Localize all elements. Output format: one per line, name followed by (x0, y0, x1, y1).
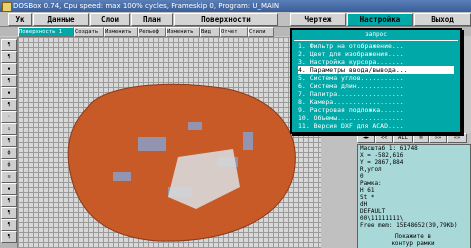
menu-item-drawing[interactable]: Чертеж (290, 13, 346, 26)
tool-button[interactable]: ¶ (1, 39, 17, 51)
tool-button[interactable]: ▪ (1, 87, 17, 99)
angle-value: 0 (360, 173, 364, 180)
st-readout: St * (360, 194, 375, 201)
tool-button[interactable]: ≡ (1, 171, 17, 183)
surface-selector[interactable]: Поверхность 1 (18, 27, 74, 37)
y-readout: Y = 2867,884 (360, 159, 404, 166)
dh-readout: dH (360, 201, 368, 208)
prompt-line-1: Покажите в (394, 233, 432, 240)
edit-button[interactable]: Изменить (104, 27, 138, 37)
tool-button[interactable]: ▫ (1, 123, 17, 135)
menu-item-data[interactable]: Данные (33, 13, 89, 26)
main-menu-bar: Ук Данные Слои План Поверхности Чертеж Н… (0, 12, 471, 27)
menu-option-length-system[interactable]: 6. Система длин............ (298, 82, 454, 90)
dosbox-window: DOSBox 0.74, Cpu speed: max 100% cycles,… (0, 0, 471, 248)
h-readout: H 61 (360, 187, 375, 194)
left-tool-palette: ¶ ¶ ▪ ¶ ▪ ¶ · ▫ ¶ ф ф ≡ ▪ ¶ ¶ ¶ ¶ (0, 37, 18, 248)
dropdown-title: запрос (365, 31, 387, 38)
pan-tool-button[interactable]: ◄► (357, 133, 375, 143)
x-readout: X = -582,616 (360, 152, 404, 159)
tool-button[interactable]: ¶ (1, 135, 17, 147)
menu-option-cursor-settings[interactable]: 3. Настройка курсора....... (298, 58, 454, 66)
right-tools: ◄► << ALL ® »» «» (357, 133, 469, 143)
tool-button[interactable]: ¶ (1, 231, 17, 243)
styles-button[interactable]: Стили (248, 27, 274, 37)
tool-button[interactable]: ¶ (1, 99, 17, 111)
tool-button[interactable]: · (1, 111, 17, 123)
edit-button-2[interactable]: Изменить (166, 27, 200, 37)
title-bar: DOSBox 0.74, Cpu speed: max 100% cycles,… (0, 0, 471, 12)
tool-button[interactable]: ф (1, 159, 17, 171)
zoom-all-button[interactable]: ALL (393, 133, 413, 143)
drawing-canvas[interactable] (18, 37, 321, 248)
relief-button[interactable]: Рельеф (138, 27, 166, 37)
menu-item-plan[interactable]: План (131, 13, 173, 26)
prompt-line-2: контур рамки (391, 240, 435, 247)
layer-flags: 00\11111111\ (360, 215, 404, 222)
tool-button[interactable]: ¶ (1, 75, 17, 87)
free-memory: Free mem: 15E48652(39,79Kb) (360, 222, 458, 229)
dosbox-app-icon (2, 2, 12, 12)
view-button[interactable]: Вид (200, 27, 220, 37)
menu-item-layers[interactable]: Слои (90, 13, 130, 26)
create-button[interactable]: Создать (74, 27, 104, 37)
menu-option-display-filter[interactable]: 1. Фильтр на отображение... (298, 42, 454, 50)
layer-name: DEFAULT (360, 208, 386, 215)
tool-button[interactable]: ¶ (1, 219, 17, 231)
tool-button[interactable]: ▪ (1, 183, 17, 195)
menu-option-raster-background[interactable]: 9. Растровая подложка...... (298, 106, 454, 114)
menu-option-dxf-version[interactable]: 11. Версия DXF для ACAD.... (298, 122, 454, 130)
menu-option-angle-system[interactable]: 5. Система углов........... (298, 74, 454, 82)
tool-button[interactable]: ¶ (1, 51, 17, 63)
prompt-hint: Покажите в контур рамки (357, 233, 469, 247)
menu-option-io-parameters[interactable]: 4. Параметры ввода/вывода... (298, 66, 454, 74)
menu-item-uk[interactable]: Ук (8, 13, 32, 26)
tool-button[interactable]: ¶ (1, 195, 17, 207)
angle-label: R,угол (360, 166, 382, 173)
surface-drawing (67, 83, 296, 242)
registered-button[interactable]: ® (413, 133, 429, 143)
dropdown-divider (294, 40, 458, 41)
settings-dropdown-menu: запрос 1. Фильтр на отображение... 2. Цв… (290, 28, 462, 134)
menu-item-settings[interactable]: Настройка (347, 13, 413, 26)
menu-option-camera[interactable]: 8. Камера.................. (298, 98, 454, 106)
right-info-panel: ◄► << ALL ® »» «» Масштаб 1: 61748 X = -… (321, 133, 471, 248)
menu-item-surfaces[interactable]: Поверхности (174, 13, 278, 26)
window-title: DOSBox 0.74, Cpu speed: max 100% cycles,… (13, 2, 280, 10)
tool-button[interactable]: ▪ (1, 63, 17, 75)
scale-readout: Масштаб 1: 61748 (360, 145, 418, 152)
frame-label: Рамка: (360, 180, 382, 187)
zoom-in-button[interactable]: »» (429, 133, 447, 143)
zoom-fit-button[interactable]: «» (447, 133, 467, 143)
report-button[interactable]: Отчет (220, 27, 248, 37)
menu-option-palette[interactable]: 7. Палитра................. (298, 90, 454, 98)
tool-button[interactable]: ф (1, 147, 17, 159)
tool-button[interactable]: ¶ (1, 207, 17, 219)
menu-item-exit[interactable]: Выход (414, 13, 471, 26)
menu-option-image-color[interactable]: 2. Цвет для изображения.... (298, 50, 454, 58)
menu-option-volumes[interactable]: 10. Объемы................. (298, 114, 454, 122)
zoom-out-button[interactable]: << (375, 133, 393, 143)
